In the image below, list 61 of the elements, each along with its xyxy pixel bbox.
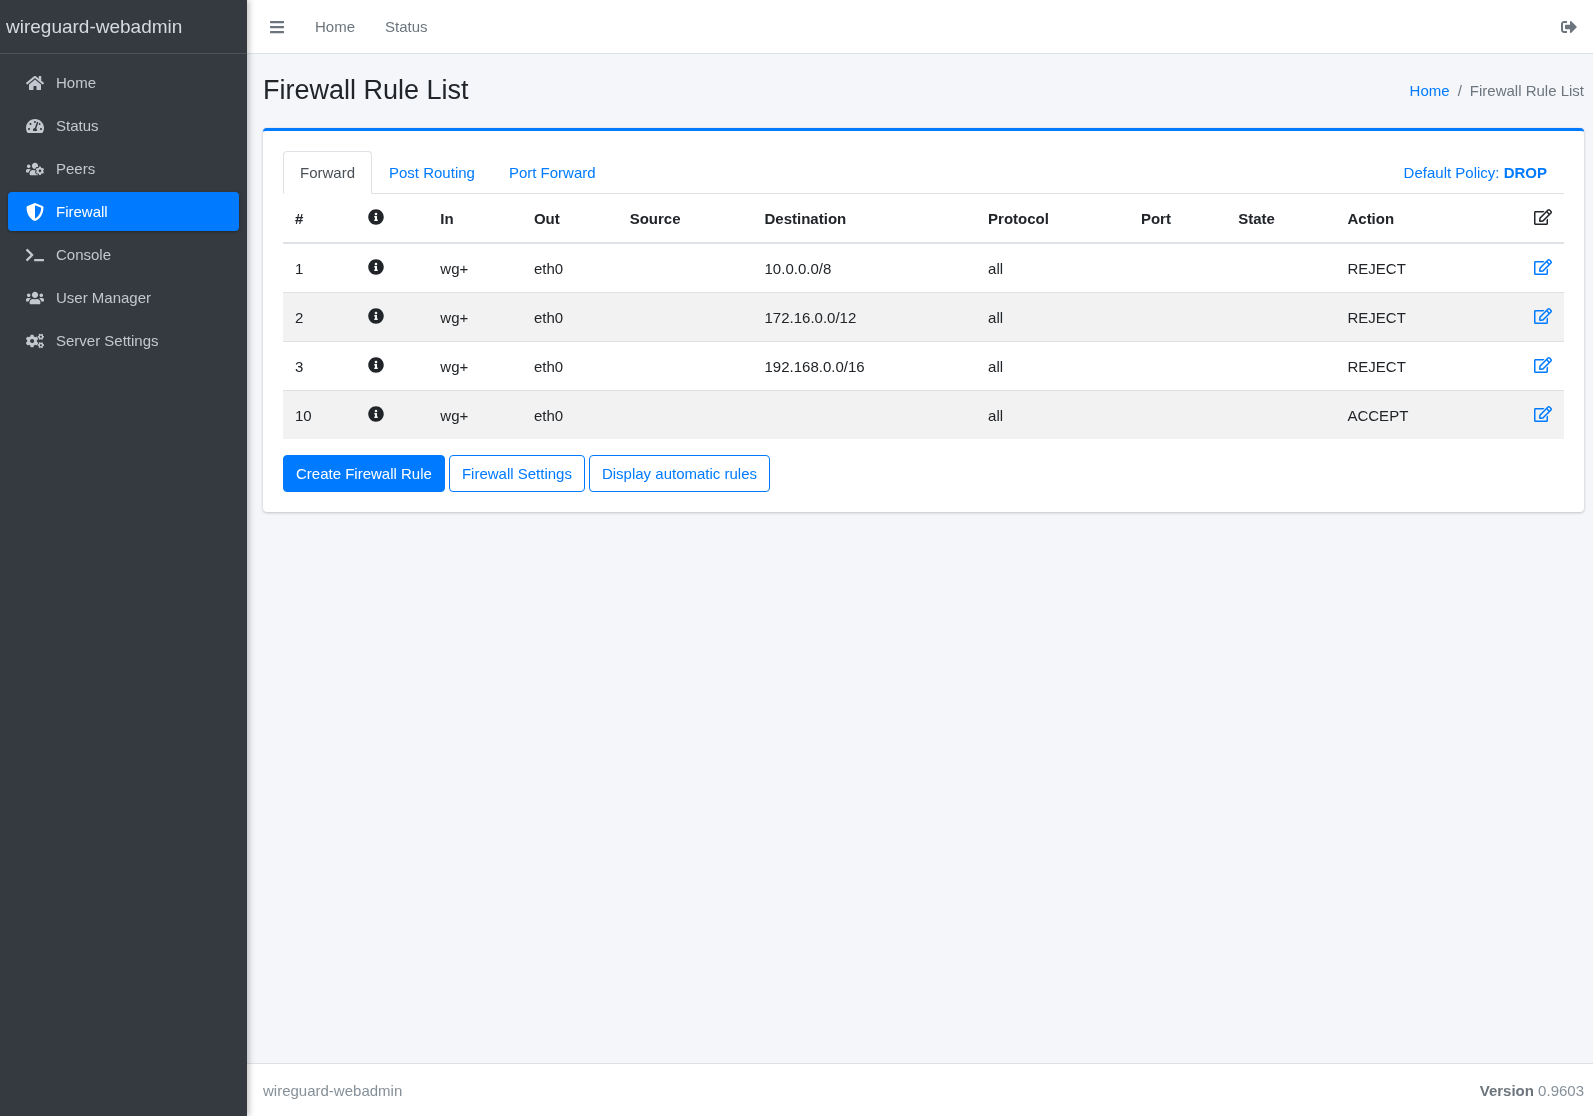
- table-cell: all: [988, 357, 1004, 375]
- gears-icon: [24, 331, 46, 350]
- tab[interactable]: Port Forward: [491, 151, 613, 194]
- edit-icon[interactable]: [1534, 257, 1552, 276]
- page-title: Firewall Rule List: [263, 74, 469, 106]
- nav-link[interactable]: Home: [315, 18, 355, 35]
- version-text: Version 0.9603: [1479, 1081, 1584, 1099]
- nav-link[interactable]: Status: [385, 18, 428, 35]
- table-cell: all: [988, 259, 1004, 277]
- edit-icon[interactable]: [1534, 404, 1552, 423]
- action-button[interactable]: Create Firewall Rule: [283, 455, 445, 492]
- edit-icon[interactable]: [1534, 355, 1552, 374]
- default-policy: Default Policy: DROP: [1403, 164, 1548, 183]
- table-cell: eth0: [533, 357, 564, 375]
- table-cell: all: [988, 308, 1004, 326]
- info-icon[interactable]: [368, 258, 385, 275]
- table-cell: wg+: [440, 259, 469, 277]
- table-cell: ACCEPT: [1347, 406, 1409, 424]
- action-button[interactable]: Display automatic rules: [588, 455, 770, 492]
- breadcrumb-current: Firewall Rule List: [1469, 81, 1584, 99]
- table-cell: 2: [295, 308, 304, 326]
- house-icon: [24, 73, 46, 92]
- table-cell: 192.168.0.0/16: [764, 357, 865, 375]
- sidebar-item[interactable]: Console: [8, 235, 239, 274]
- table-cell: 10.0.0.0/8: [764, 259, 832, 277]
- sidebar-item[interactable]: User Manager: [8, 278, 239, 317]
- sidebar-item[interactable]: Server Settings: [8, 321, 239, 360]
- table-cell: 1: [295, 259, 304, 277]
- table-cell: eth0: [533, 308, 564, 326]
- table-cell: 10: [295, 406, 312, 424]
- logout-icon[interactable]: [1561, 18, 1577, 35]
- table-cell: eth0: [533, 406, 564, 424]
- table-cell: REJECT: [1347, 357, 1406, 375]
- table-cell: REJECT: [1347, 308, 1406, 326]
- tab[interactable]: Forward: [283, 151, 372, 194]
- shield-icon: [24, 202, 46, 221]
- info-icon: [368, 208, 385, 225]
- footer-app-name: wireguard-webadmin: [263, 1081, 403, 1099]
- table-cell: all: [988, 406, 1004, 424]
- tab[interactable]: Post Routing: [372, 151, 492, 194]
- sidebar-item[interactable]: Peers: [8, 149, 239, 188]
- table-cell: 172.16.0.0/12: [764, 308, 857, 326]
- menu-icon[interactable]: [269, 18, 285, 35]
- info-icon[interactable]: [368, 405, 385, 422]
- sidebar-item[interactable]: Home: [8, 63, 239, 102]
- table-cell: wg+: [440, 406, 469, 424]
- gauge-icon: [24, 116, 46, 135]
- table-cell: wg+: [440, 308, 469, 326]
- table-cell: REJECT: [1347, 259, 1406, 277]
- breadcrumb-separator: /: [1457, 81, 1462, 99]
- table-cell: wg+: [440, 357, 469, 375]
- action-button[interactable]: Firewall Settings: [448, 455, 585, 492]
- sidebar-item[interactable]: Firewall: [8, 192, 239, 231]
- breadcrumb-link[interactable]: Home: [1409, 81, 1450, 99]
- edit-icon[interactable]: [1534, 306, 1552, 325]
- sidebar-item[interactable]: Status: [8, 106, 239, 145]
- edit-icon: [1534, 207, 1552, 226]
- info-icon[interactable]: [368, 356, 385, 373]
- info-icon[interactable]: [368, 307, 385, 324]
- table-cell: eth0: [533, 259, 564, 277]
- table-cell: 3: [295, 357, 304, 375]
